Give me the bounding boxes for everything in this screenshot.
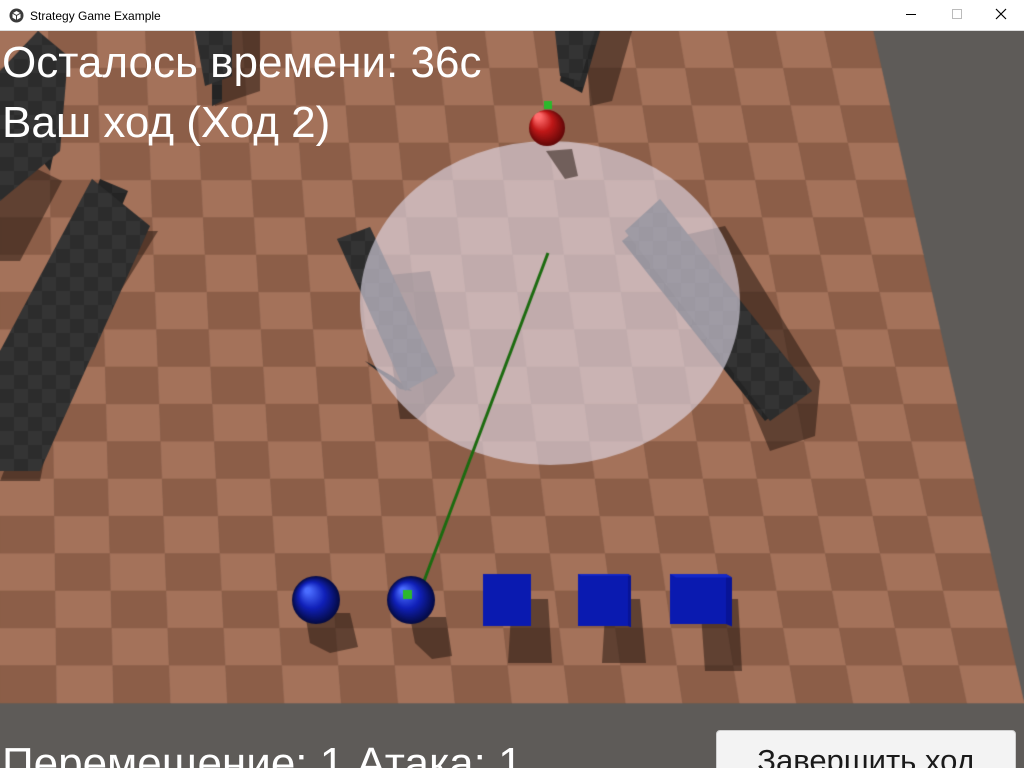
window-title: Strategy Game Example: [30, 9, 161, 23]
actions-left-label: Перемещение: 1 Атака: 1: [2, 739, 523, 768]
window-titlebar: Strategy Game Example: [0, 0, 1024, 31]
close-button[interactable]: [978, 0, 1024, 31]
maximize-icon: [951, 7, 963, 25]
close-icon: [995, 7, 1007, 25]
minimize-icon: [905, 7, 917, 25]
maximize-button[interactable]: [934, 0, 980, 31]
end-turn-button[interactable]: Завершить ход: [716, 730, 1016, 768]
time-left-label: Осталось времени: 36с: [2, 38, 482, 87]
turn-status-label: Ваш ход (Ход 2): [2, 98, 331, 147]
unity-app-icon: [9, 8, 24, 23]
game-viewport[interactable]: Осталось времени: 36с Ваш ход (Ход 2) Пе…: [0, 31, 1024, 768]
minimize-button[interactable]: [888, 0, 934, 31]
